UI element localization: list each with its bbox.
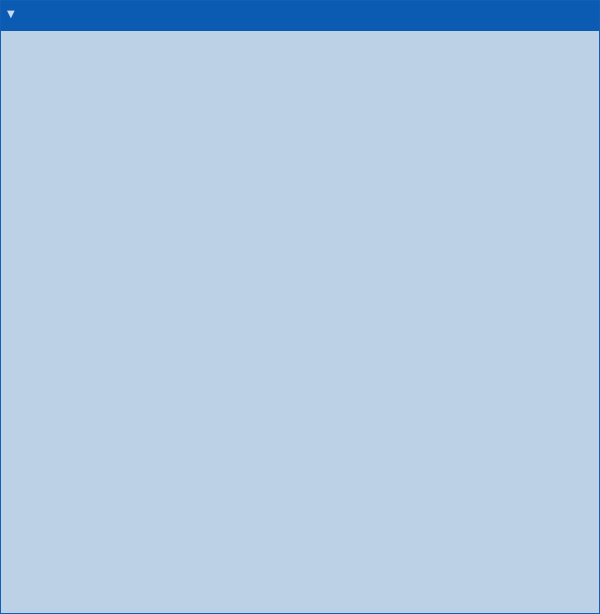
title-bar: ▼	[1, 1, 599, 31]
minimize-button[interactable]	[509, 1, 553, 31]
quick-access-dropdown-icon[interactable]: ▼	[7, 9, 15, 20]
app-window: ▼	[0, 0, 600, 614]
